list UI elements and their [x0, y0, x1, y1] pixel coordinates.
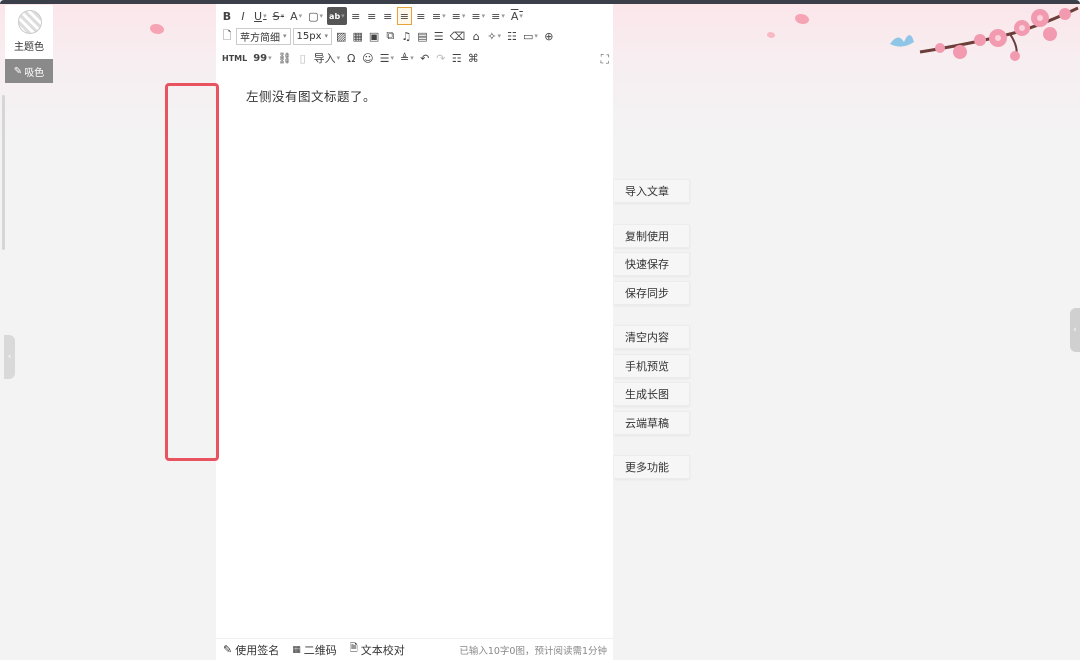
import-menu-button[interactable]: 导入	[312, 49, 343, 67]
special-char-icon[interactable]: Ω	[344, 49, 358, 67]
align-right-icon[interactable]: ≡	[381, 7, 395, 25]
use-signature-label: 使用签名	[235, 643, 280, 657]
cherry-blossom-branch-decoration	[890, 6, 1079, 61]
stamp-icon[interactable]: ⌘	[466, 49, 481, 67]
heading-style-icon[interactable]: ≜	[398, 49, 416, 67]
html-source-button[interactable]: HTML	[220, 49, 249, 67]
font-color-button[interactable]: A	[288, 7, 304, 25]
toolbar-row-2: 🗋 苹方简细 15px ▨ ▦ ▣ ⧉ ♫ ▤ ☰ ⌫ ⌂ ✧ ☷ ▭ ⊕	[220, 26, 556, 46]
new-document-icon[interactable]: 🗋	[220, 27, 234, 45]
paragraph-spacing-icon[interactable]: ≡	[430, 7, 448, 25]
chevron-left-icon: ‹	[7, 352, 12, 362]
save-sync-button[interactable]: 保存同步	[614, 281, 690, 305]
petal-decoration	[148, 21, 166, 37]
background-color-icon[interactable]: ▢	[306, 7, 325, 25]
qrcode-icon: ▦	[292, 644, 301, 655]
text-highlight-button[interactable]: ab	[327, 7, 347, 25]
pick-color-button[interactable]: ✎ 吸色	[5, 59, 53, 83]
bullet-list-icon[interactable]: ☰	[378, 49, 396, 67]
quote-button[interactable]: 99	[251, 49, 273, 67]
music-icon[interactable]: ♫	[399, 27, 413, 45]
theme-color-label: 主题色	[14, 42, 44, 53]
font-size-select[interactable]: 15px	[292, 27, 333, 45]
mobile-preview-button[interactable]: 手机预览	[614, 354, 690, 378]
font-family-select[interactable]: 苹方简细	[236, 27, 291, 45]
editor-content-paragraph[interactable]: 左侧没有图文标题了。	[246, 86, 376, 105]
qrcode-label: 二维码	[303, 643, 337, 657]
table-icon[interactable]: ▦	[350, 27, 364, 45]
cloud-draft-button[interactable]: 云端草稿	[614, 411, 690, 435]
left-panel-toggle[interactable]: ‹	[4, 335, 15, 379]
emoji-icon[interactable]: ☺	[360, 49, 375, 67]
segment-before-icon[interactable]: ≡	[450, 7, 468, 25]
theme-color-swatch[interactable]	[18, 10, 42, 34]
image-icon[interactable]: ▣	[367, 27, 381, 45]
underline-button[interactable]: U	[252, 7, 269, 25]
segment-after-icon[interactable]: ≡	[469, 7, 487, 25]
clear-content-button[interactable]: 清空内容	[614, 325, 690, 349]
video-icon[interactable]: ▤	[415, 27, 429, 45]
toolbar-row-1: B I U S A ▢ ab ≡ ≡ ≡ ≡ ≡ ≡ ≡ ≡ ≡ A	[220, 6, 525, 26]
toolbar-row-3: HTML 99 ⛓ ▯ 导入 Ω ☺ ☰ ≜ ↶ ↷ ☶ ⌘	[220, 48, 481, 68]
chevron-left-icon: ‹	[1073, 325, 1077, 335]
petal-decoration	[793, 11, 811, 27]
left-scrollbar[interactable]	[2, 95, 5, 250]
clear-format-icon[interactable]: ⌂	[469, 27, 483, 45]
page-break-icon[interactable]: ☰	[432, 27, 446, 45]
multi-image-icon[interactable]: ⧉	[383, 27, 397, 45]
pick-color-label: 吸色	[24, 67, 45, 79]
link-icon[interactable]: ⛓	[276, 49, 294, 67]
comment-icon[interactable]: ☶	[450, 49, 464, 67]
eyedropper-icon: ✎	[13, 65, 23, 77]
undo-icon[interactable]: ↶	[418, 49, 432, 67]
align-justify-icon[interactable]: ≡	[396, 7, 412, 25]
frame-icon[interactable]: ▭	[521, 27, 540, 45]
generate-long-image-button[interactable]: 生成长图	[614, 382, 690, 406]
italic-button[interactable]: I	[236, 7, 250, 25]
unlink-icon[interactable]: ▯	[296, 49, 310, 67]
eraser-icon[interactable]: ⌫	[448, 27, 468, 45]
right-panel-toggle[interactable]: ‹	[1070, 308, 1080, 352]
zoom-search-icon[interactable]: ⊕	[542, 27, 556, 45]
editor-area[interactable]: B I U S A ▢ ab ≡ ≡ ≡ ≡ ≡ ≡ ≡ ≡ ≡ A 🗋 苹方简…	[216, 4, 613, 660]
quick-save-button[interactable]: 快速保存	[614, 252, 690, 276]
proofread-label: 文本校对	[360, 643, 405, 657]
fullscreen-icon[interactable]: ⛶	[601, 52, 609, 67]
pencil-icon: ✎	[223, 643, 233, 656]
bold-button[interactable]: B	[220, 7, 234, 25]
indent-icon[interactable]: ≡	[414, 7, 428, 25]
document-icon: 🗎	[349, 643, 358, 654]
highlight-annotation-box	[165, 83, 219, 461]
qrcode-button[interactable]: ▦ 二维码	[292, 642, 337, 658]
word-count-status: 已输入10字0图，预计阅读需1分钟	[459, 645, 607, 657]
letter-spacing-icon[interactable]: A	[509, 7, 525, 25]
line-height-icon[interactable]: ≡	[489, 7, 507, 25]
magic-wand-icon[interactable]: ✧	[485, 27, 503, 45]
align-left-icon[interactable]: ≡	[349, 7, 363, 25]
copy-use-button[interactable]: 复制使用	[614, 224, 690, 248]
strikethrough-button[interactable]: S	[271, 7, 287, 25]
petal-decoration	[766, 30, 776, 40]
format-brush-icon[interactable]: ▨	[334, 27, 348, 45]
proofread-button[interactable]: 🗎 文本校对	[350, 641, 405, 658]
import-article-button[interactable]: 导入文章	[614, 179, 690, 203]
editor-status-bar: ✎ 使用签名 ▦ 二维码 🗎 文本校对 已输入10字0图，预计阅读需1分钟	[216, 638, 613, 660]
align-center-icon[interactable]: ≡	[365, 7, 379, 25]
list-style-icon[interactable]: ☷	[505, 27, 519, 45]
use-signature-button[interactable]: ✎ 使用签名	[223, 642, 279, 658]
more-features-button[interactable]: 更多功能	[614, 455, 690, 479]
redo-icon[interactable]: ↷	[434, 49, 448, 67]
